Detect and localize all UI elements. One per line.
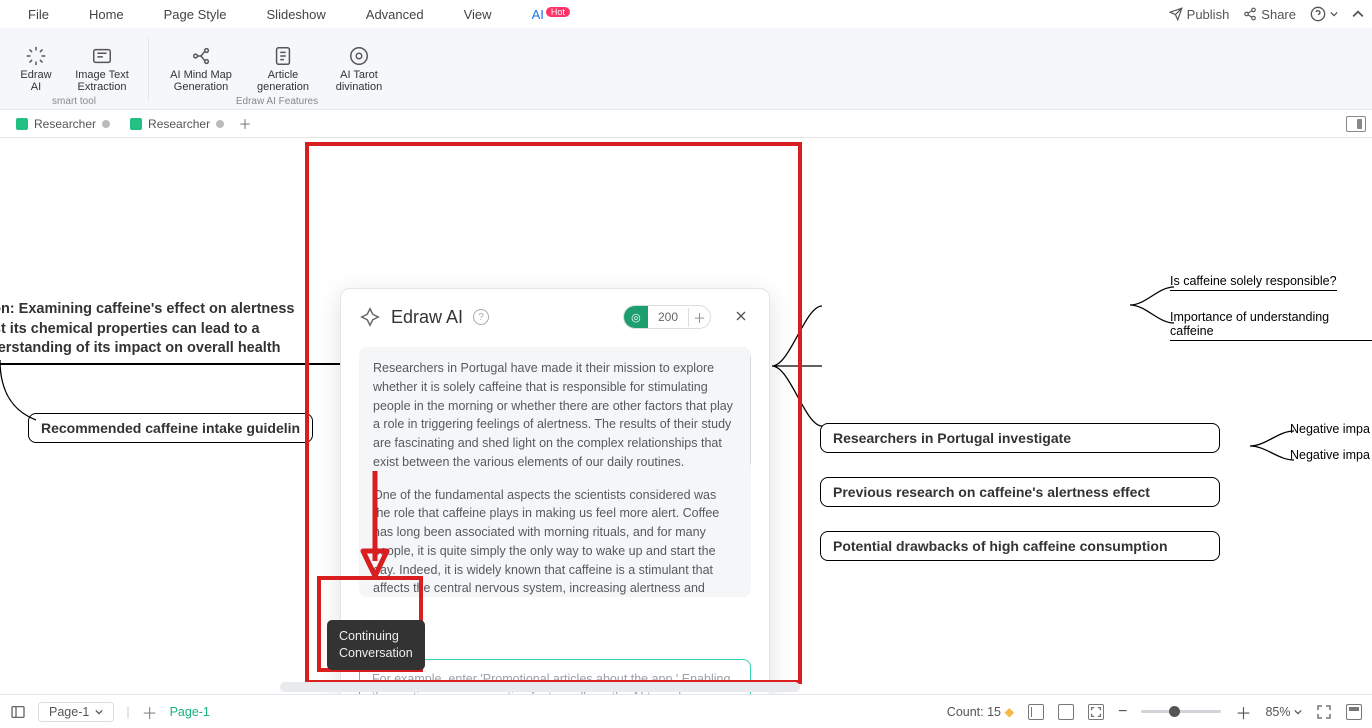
doc-tab-2[interactable]: Researcher [120,113,234,135]
mindmap-icon [190,45,212,67]
hot-badge: Hot [546,7,570,17]
publish-label: Publish [1187,7,1230,22]
doc-tab-1-label: Researcher [34,117,96,131]
ribbon-group-smart-tool: Edraw AI Image Text Extraction smart too… [10,32,138,107]
ribbon-group-ai-features: AI Mind Map Generation Article generatio… [159,32,395,107]
mm-node-guidelines[interactable]: Recommended caffeine intake guidelin [28,413,313,443]
chevron-down-icon [1294,708,1302,716]
chevron-down-icon [95,708,103,716]
count-label: Count: 15 ◆ [947,704,1014,719]
menu-slideshow[interactable]: Slideshow [247,3,346,26]
token-add-button[interactable]: ＋ [688,308,710,327]
menu-ai-label: AI [532,7,544,22]
mm-node-investigate[interactable]: Researchers in Portugal investigate [820,423,1220,453]
add-page-button[interactable]: ＋ [142,700,158,724]
panel-toggle[interactable] [1346,116,1366,132]
publish-button[interactable]: Publish [1169,7,1230,22]
file-icon [130,118,142,130]
fit-page-button[interactable] [1088,704,1104,720]
menu-advanced[interactable]: Advanced [346,3,444,26]
document-tabs: Researcher Researcher ＋ [0,110,1372,138]
menu-file[interactable]: File [8,3,69,26]
ai-modal-title: Edraw AI [391,307,463,328]
mm-far-1[interactable]: Is caffeine solely responsible? [1170,274,1337,291]
token-value: 200 [648,310,688,324]
zoom-out-button[interactable]: − [1118,703,1127,721]
menu-bar: File Home Page Style Slideshow Advanced … [0,0,1372,28]
menu-page-style[interactable]: Page Style [144,3,247,26]
mm-node-previous[interactable]: Previous research on caffeine's alertnes… [820,477,1220,507]
help-dropdown[interactable] [1310,6,1338,22]
image-text-extraction-button[interactable]: Image Text Extraction [72,45,132,94]
horizontal-scrollbar[interactable] [280,682,800,692]
unsaved-dot-icon [102,120,110,128]
status-bar: Page-1 | ＋ Page-1 Count: 15 ◆ − ＋ 85% [0,694,1372,728]
close-button[interactable] [733,308,751,326]
mm-far-2[interactable]: Importance of understanding caffeine [1170,310,1372,341]
help-icon [1310,6,1326,22]
edraw-ai-label: Edraw AI [16,69,56,94]
ai-msg-p2: One of the fundamental aspects the scien… [373,486,737,598]
image-text-label: Image Text Extraction [72,69,132,94]
tarot-icon [348,45,370,67]
token-counter: ◎ 200 ＋ [623,305,711,329]
token-icon: ◎ [624,306,648,328]
ai-help-icon[interactable]: ? [473,309,489,325]
zoom-value[interactable]: 85% [1265,705,1302,719]
chevron-up-icon [1352,8,1364,20]
ai-mindmap-button[interactable]: AI Mind Map Generation [165,45,237,94]
doc-tab-2-label: Researcher [148,117,210,131]
page-selector[interactable]: Page-1 [38,702,114,722]
add-tab-button[interactable]: ＋ [234,113,256,135]
chevron-down-icon [1330,10,1338,18]
ai-msg-p1: Researchers in Portugal have made it the… [373,359,737,472]
share-label: Share [1261,7,1296,22]
menu-view[interactable]: View [444,3,512,26]
menu-home[interactable]: Home [69,3,144,26]
outline-icon[interactable] [10,704,26,720]
collapse-ribbon[interactable] [1352,8,1364,20]
zoom-slider[interactable] [1141,710,1221,713]
fullscreen-button[interactable] [1316,704,1332,720]
article-label: Article generation [253,69,313,94]
zoom-in-button[interactable]: ＋ [1235,700,1251,724]
ai-response: Researchers in Portugal have made it the… [359,347,751,597]
current-page[interactable]: Page-1 [170,705,210,719]
file-icon [16,118,28,130]
ribbon-group1-name: smart tool [52,96,96,107]
mm-node-drawbacks[interactable]: Potential drawbacks of high caffeine con… [820,531,1220,561]
mm-far-4[interactable]: Negative impa [1290,448,1370,462]
canvas[interactable]: sion: Examining caffeine's effect on ale… [0,138,1372,698]
tooltip-line2: Conversation [339,645,413,662]
unsaved-dot-icon [216,120,224,128]
tooltip-continuing-conversation: Continuing Conversation [327,620,425,670]
tooltip-line1: Continuing [339,628,413,645]
view-mode-1[interactable] [1028,704,1044,720]
share-button[interactable]: Share [1243,7,1296,22]
view-mode-2[interactable] [1058,704,1074,720]
edraw-ai-button[interactable]: Edraw AI [16,45,56,94]
page-sel-label: Page-1 [49,705,89,719]
ribbon-group2-name: Edraw AI Features [236,96,318,107]
ai-logo-icon [359,306,381,328]
publish-icon [1169,7,1183,21]
menu-ai[interactable]: AIHot [512,3,590,26]
panel-button[interactable] [1346,704,1362,720]
image-text-icon [91,45,113,67]
scrollbar[interactable] [750,355,751,465]
sparkle-icon [25,45,47,67]
mindmap-label: AI Mind Map Generation [165,69,237,94]
article-icon [272,45,294,67]
mm-left-text: sion: Examining caffeine's effect on ale… [0,300,350,365]
ribbon: Edraw AI Image Text Extraction smart too… [0,28,1372,110]
doc-tab-1[interactable]: Researcher [6,113,120,135]
article-gen-button[interactable]: Article generation [253,45,313,94]
share-icon [1243,7,1257,21]
tarot-label: AI Tarot divination [329,69,389,94]
ai-tarot-button[interactable]: AI Tarot divination [329,45,389,94]
mm-far-3[interactable]: Negative impa [1290,422,1370,436]
